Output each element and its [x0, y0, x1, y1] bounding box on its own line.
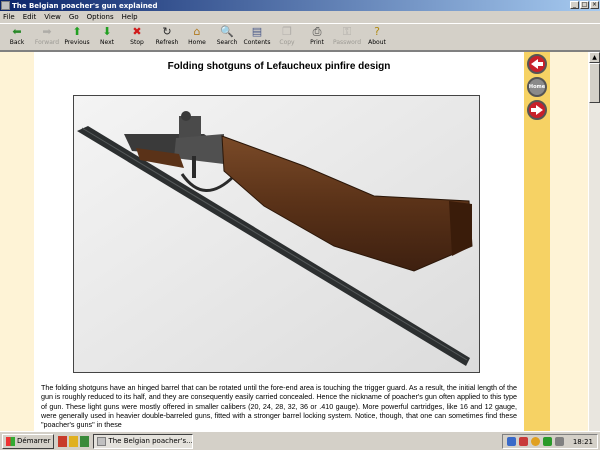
menu-bar: File Edit View Go Options Help [0, 11, 600, 23]
body-paragraph: The folding shotguns have an hinged barr… [41, 383, 517, 430]
scroll-up-button[interactable]: ▲ [589, 52, 600, 63]
next-page-button[interactable] [527, 100, 547, 120]
password-label: Password [332, 39, 362, 46]
stop-label: Stop [130, 39, 144, 46]
prev-page-button[interactable] [527, 54, 547, 74]
system-tray: 18:21 [501, 434, 598, 449]
copy-icon: ❐ [282, 25, 292, 38]
contents-button[interactable]: ▤ Contents [242, 24, 272, 50]
contents-icon: ▤ [251, 25, 263, 38]
quicklaunch-app-icon[interactable] [58, 435, 68, 447]
left-arrow-icon [531, 59, 543, 69]
home-button[interactable]: ⌂ Home [182, 24, 212, 50]
next-button[interactable]: ⬇ Next [92, 24, 122, 50]
tray-shield-icon[interactable] [518, 437, 528, 446]
taskbar: Démarrer The Belgian poacher's... 18:21 [0, 431, 600, 450]
start-label: Démarrer [17, 437, 51, 445]
password-button: ⚿ Password [332, 24, 362, 50]
menu-options[interactable]: Options [87, 13, 114, 21]
clock: 18:21 [572, 437, 593, 446]
back-arrow-icon: ⬅ [12, 25, 22, 38]
search-button[interactable]: 🔍 Search [212, 24, 242, 50]
tray-security-icon[interactable] [542, 437, 552, 446]
maximize-button[interactable]: □ [580, 1, 589, 9]
scroll-thumb[interactable] [589, 63, 600, 103]
right-margin [550, 52, 588, 431]
previous-label: Previous [64, 39, 90, 46]
title-bar[interactable]: The Belgian poacher's gun explained _ □ … [0, 0, 600, 11]
minimize-button[interactable]: _ [570, 1, 579, 9]
refresh-button[interactable]: ↻ Refresh [152, 24, 182, 50]
menu-view[interactable]: View [44, 13, 61, 21]
about-button[interactable]: ? About [362, 24, 392, 50]
stop-icon: ✖ [132, 25, 142, 38]
back-button[interactable]: ⬅ Back [2, 24, 32, 50]
task-label: The Belgian poacher's... [108, 437, 193, 445]
windows-logo-icon [6, 436, 15, 446]
page-title: Folding shotguns of Lefaucheux pinfire d… [167, 61, 391, 72]
home-page-button[interactable]: Home [527, 77, 547, 97]
home-page-label: Home [528, 84, 546, 90]
app-icon [1, 1, 10, 10]
stop-button[interactable]: ✖ Stop [122, 24, 152, 50]
left-margin [0, 52, 34, 431]
task-button[interactable]: The Belgian poacher's... [93, 433, 194, 449]
up-arrow-icon: ⬆ [72, 25, 82, 38]
home-icon: ⌂ [193, 25, 201, 38]
menu-edit[interactable]: Edit [23, 13, 37, 21]
search-label: Search [216, 39, 238, 46]
quicklaunch-folder-icon[interactable] [69, 435, 79, 447]
tray-volume-icon[interactable] [554, 437, 564, 446]
back-label: Back [9, 39, 25, 46]
forward-arrow-icon: ➡ [42, 25, 52, 38]
menu-file[interactable]: File [3, 13, 15, 21]
menu-help[interactable]: Help [122, 13, 138, 21]
previous-button[interactable]: ⬆ Previous [62, 24, 92, 50]
shotgun-photo [73, 95, 480, 373]
start-button[interactable]: Démarrer [2, 433, 55, 449]
down-arrow-icon: ⬇ [102, 25, 112, 38]
menu-go[interactable]: Go [69, 13, 79, 21]
quick-launch [58, 435, 90, 447]
key-icon: ⚿ [342, 25, 352, 38]
print-icon: ⎙ [312, 25, 322, 38]
forward-label: Forward [34, 39, 60, 46]
tray-update-icon[interactable] [530, 437, 540, 446]
close-button[interactable]: × [590, 1, 599, 9]
quicklaunch-browser-icon[interactable] [80, 435, 90, 447]
home-label: Home [188, 39, 206, 46]
toolbar: ⬅ Back ➡ Forward ⬆ Previous ⬇ Next ✖ Stop ↻ Refresh… [0, 23, 600, 51]
vertical-scrollbar[interactable]: ▲ [588, 52, 600, 431]
print-button[interactable]: ⎙ Print [302, 24, 332, 50]
next-label: Next [100, 39, 114, 46]
right-arrow-icon [531, 105, 543, 115]
refresh-icon: ↻ [162, 25, 172, 38]
question-icon: ? [374, 25, 380, 38]
contents-label: Contents [243, 39, 271, 46]
copy-button: ❐ Copy [272, 24, 302, 50]
print-label: Print [310, 39, 324, 46]
app-window: The Belgian poacher's gun explained _ □ … [0, 0, 600, 431]
copy-label: Copy [279, 39, 295, 46]
about-label: About [368, 39, 386, 46]
tray-network-icon[interactable] [506, 437, 516, 446]
refresh-label: Refresh [155, 39, 179, 46]
content-frame: Home ▲ Folding shotguns of Lefaucheux pi… [0, 51, 600, 431]
forward-button: ➡ Forward [32, 24, 62, 50]
task-app-icon [97, 436, 107, 446]
window-title: The Belgian poacher's gun explained [12, 1, 158, 10]
search-icon: 🔍 [220, 25, 234, 38]
